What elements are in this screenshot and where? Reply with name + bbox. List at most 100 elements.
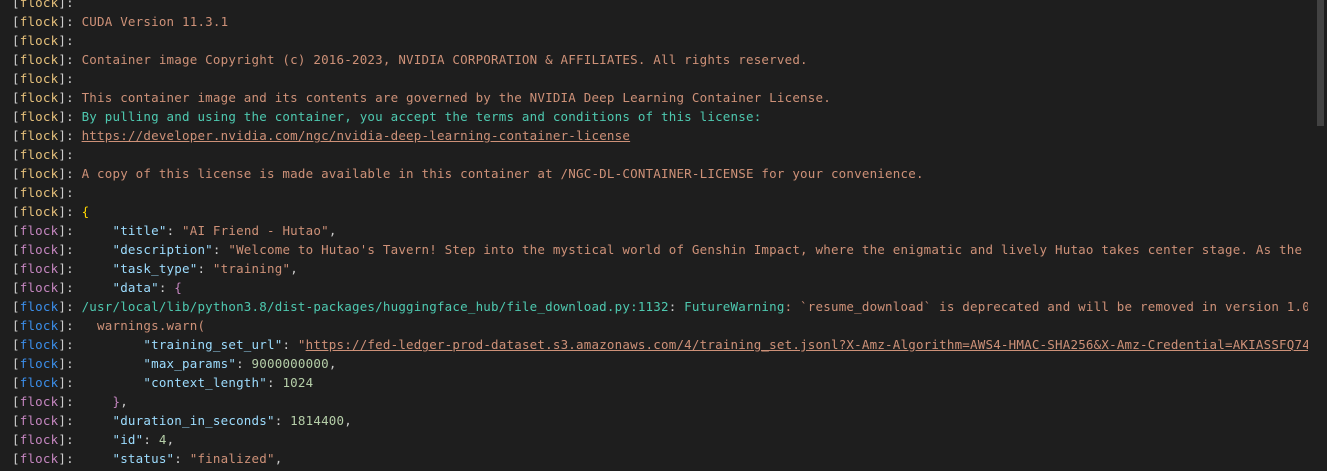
process-name: flock xyxy=(19,204,59,219)
log-text: : xyxy=(212,242,229,257)
prefix-close-bracket: ] xyxy=(58,128,67,143)
prefix-open-bracket: [ xyxy=(12,318,20,333)
log-text: { xyxy=(174,280,183,295)
log-text: , xyxy=(166,432,175,447)
prefix-open-bracket: [ xyxy=(12,147,20,162)
log-text: : xyxy=(158,280,175,295)
vertical-scrollbar[interactable] xyxy=(1313,0,1327,471)
process-name: flock xyxy=(19,432,59,447)
log-line: [flock]: "data": { xyxy=(12,278,1308,297)
prefix-open-bracket: [ xyxy=(12,33,20,48)
scrollbar-thumb[interactable] xyxy=(1317,0,1324,126)
log-link[interactable]: https://fed-ledger-prod-dataset.s3.amazo… xyxy=(306,337,1308,352)
log-text: 9000000000 xyxy=(251,356,329,371)
log-text: "description" xyxy=(73,242,213,257)
log-line: [flock]: "description": "Welcome to Huta… xyxy=(12,240,1308,259)
process-name: flock xyxy=(19,166,59,181)
prefix-close-bracket: ] xyxy=(58,90,67,105)
log-line: [flock]: xyxy=(12,31,1308,50)
prefix-separator: : xyxy=(66,223,74,238)
prefix-close-bracket: ] xyxy=(58,166,67,181)
prefix-close-bracket: ] xyxy=(58,413,67,428)
process-name: flock xyxy=(19,356,59,371)
log-text: This container image and its contents ar… xyxy=(73,90,831,105)
log-text: 1024 xyxy=(282,375,314,390)
prefix-separator: : xyxy=(66,242,74,257)
log-line: [flock]: CUDA Version 11.3.1 xyxy=(12,12,1308,31)
prefix-separator: : xyxy=(66,71,74,86)
log-text: : xyxy=(174,451,190,466)
log-text: { xyxy=(73,204,90,219)
process-name: flock xyxy=(19,33,59,48)
process-name: flock xyxy=(19,261,59,276)
prefix-open-bracket: [ xyxy=(12,413,20,428)
prefix-separator: : xyxy=(66,451,74,466)
prefix-close-bracket: ] xyxy=(58,280,67,295)
log-text: : xyxy=(282,337,298,352)
terminal-panel[interactable]: [flock]: [flock]: CUDA Version 11.3.1 [flo… xyxy=(0,0,1327,471)
prefix-close-bracket: ] xyxy=(58,14,67,29)
log-text: , xyxy=(328,223,337,238)
prefix-close-bracket: ] xyxy=(58,223,67,238)
process-name: flock xyxy=(19,128,59,143)
prefix-open-bracket: [ xyxy=(12,375,20,390)
prefix-close-bracket: ] xyxy=(58,337,67,352)
log-line: [flock]: https://developer.nvidia.com/ng… xyxy=(12,126,1308,145)
log-line: [flock]: xyxy=(12,69,1308,88)
log-text: : xyxy=(274,413,291,428)
prefix-open-bracket: [ xyxy=(12,451,20,466)
log-text: : `resume_download` is deprecated and wi… xyxy=(784,299,1308,314)
log-text: "AI Friend - Hutao" xyxy=(182,223,329,238)
prefix-separator: : xyxy=(66,166,74,181)
prefix-close-bracket: ] xyxy=(58,204,67,219)
prefix-separator: : xyxy=(66,185,74,200)
process-name: flock xyxy=(19,451,59,466)
prefix-separator: : xyxy=(66,432,74,447)
log-text: "max_params" xyxy=(73,356,237,371)
process-name: flock xyxy=(19,52,59,67)
log-text: : xyxy=(143,432,159,447)
prefix-separator: : xyxy=(66,375,74,390)
prefix-separator: : xyxy=(66,0,74,10)
log-text: FutureWarning xyxy=(684,299,785,314)
prefix-separator: : xyxy=(66,204,74,219)
prefix-separator: : xyxy=(66,356,74,371)
log-line: [flock]: xyxy=(12,183,1308,202)
process-name: flock xyxy=(19,242,59,257)
prefix-close-bracket: ] xyxy=(58,451,67,466)
process-name: flock xyxy=(19,0,59,10)
prefix-open-bracket: [ xyxy=(12,14,20,29)
log-text: "training_set_url" xyxy=(73,337,283,352)
prefix-separator: : xyxy=(66,261,74,276)
process-name: flock xyxy=(19,375,59,390)
log-line: [flock]: "title": "AI Friend - Hutao", xyxy=(12,221,1308,240)
log-line: [flock]: "task_type": "training", xyxy=(12,259,1308,278)
prefix-open-bracket: [ xyxy=(12,280,20,295)
prefix-separator: : xyxy=(66,147,74,162)
prefix-close-bracket: ] xyxy=(58,71,67,86)
process-name: flock xyxy=(19,280,59,295)
log-line: [flock]: "status": "finalized", xyxy=(12,449,1308,468)
log-line: [flock]: { xyxy=(12,202,1308,221)
log-text: : xyxy=(668,299,685,314)
prefix-separator: : xyxy=(66,52,74,67)
prefix-separator: : xyxy=(66,280,74,295)
log-text: "duration_in_seconds" xyxy=(73,413,275,428)
prefix-open-bracket: [ xyxy=(12,185,20,200)
prefix-open-bracket: [ xyxy=(12,223,20,238)
process-name: flock xyxy=(19,337,59,352)
log-link[interactable]: https://developer.nvidia.com/ngc/nvidia-… xyxy=(82,128,631,143)
log-line: [flock]: "id": 4, xyxy=(12,430,1308,449)
prefix-separator: : xyxy=(66,14,74,29)
prefix-close-bracket: ] xyxy=(58,299,67,314)
prefix-open-bracket: [ xyxy=(12,128,20,143)
log-text: CUDA Version 11.3.1 xyxy=(73,14,229,29)
log-text: warnings.warn( xyxy=(73,318,206,333)
process-name: flock xyxy=(19,223,59,238)
log-text: : xyxy=(267,375,283,390)
prefix-close-bracket: ] xyxy=(58,147,67,162)
log-text: , xyxy=(328,356,337,371)
log-line: [flock]: Container image Copyright (c) 2… xyxy=(12,50,1308,69)
prefix-close-bracket: ] xyxy=(58,185,67,200)
log-text: , xyxy=(120,394,128,409)
